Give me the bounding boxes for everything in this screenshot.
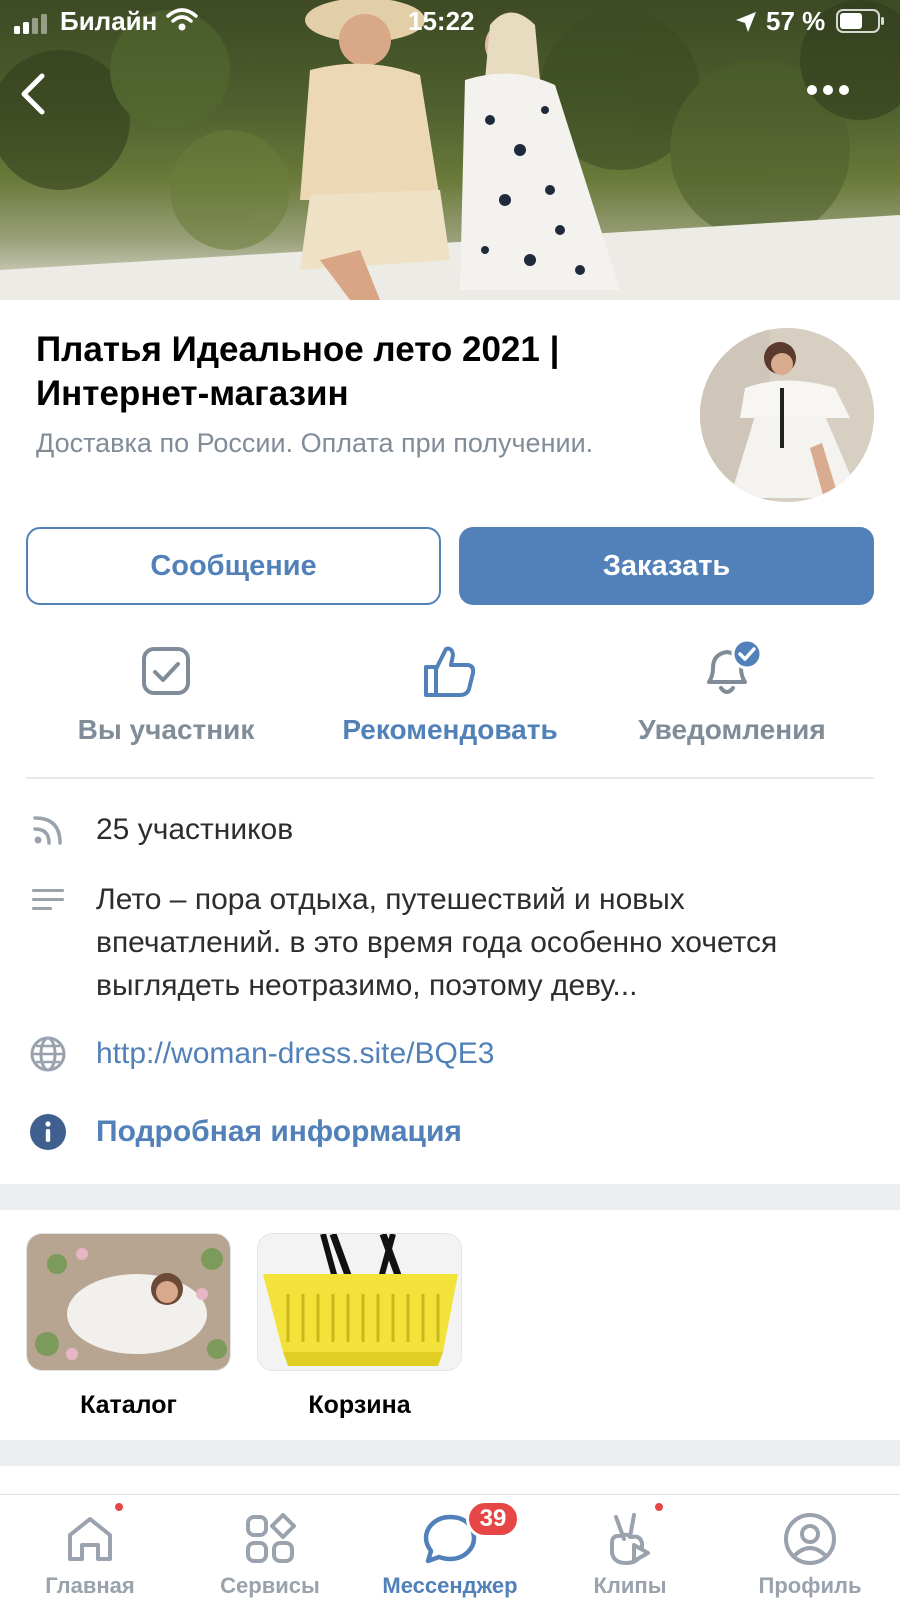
catalog-image xyxy=(27,1234,230,1370)
battery-percentage: 57 % xyxy=(766,6,826,36)
more-options-button[interactable] xyxy=(806,84,860,114)
members-row[interactable]: 25 участников xyxy=(26,808,874,852)
tab-profile-label: Профиль xyxy=(758,1573,862,1598)
order-button[interactable]: Заказать xyxy=(459,527,874,605)
globe-icon xyxy=(30,1036,66,1072)
carrier-name: Билайн xyxy=(60,6,158,36)
battery-icon xyxy=(836,9,884,33)
message-button[interactable]: Сообщение xyxy=(26,527,441,605)
wifi-icon xyxy=(166,8,198,31)
thumbs-up-icon xyxy=(424,646,476,697)
group-title: Платья Идеальное лето 2021 | Интернет-ма… xyxy=(36,330,560,413)
rss-icon xyxy=(33,816,62,845)
home-notification-dot xyxy=(113,1501,125,1513)
cart-tile[interactable]: Корзина xyxy=(257,1233,462,1420)
home-icon xyxy=(68,1517,112,1561)
catalog-label: Каталог xyxy=(80,1391,177,1419)
tab-bar: Главная Сервисы Мессенджер Клипы Профиль xyxy=(0,1494,900,1600)
tab-clips[interactable]: Клипы xyxy=(540,1495,720,1600)
section-separator-bottom xyxy=(0,1440,900,1466)
cart-label: Корзина xyxy=(308,1391,411,1419)
signal-icon xyxy=(14,14,47,34)
tab-services-label: Сервисы xyxy=(220,1573,320,1598)
recommend-action-label: Рекомендовать xyxy=(342,714,558,745)
group-description: Лето – пора отдыха, путешествий и новых … xyxy=(96,883,778,1002)
more-dots-icon xyxy=(807,85,849,95)
bell-check-icon xyxy=(707,640,763,694)
group-avatar[interactable] xyxy=(700,328,874,502)
status-bar: Билайн 15:22 57 % xyxy=(0,0,900,44)
tab-profile[interactable]: Профиль xyxy=(720,1495,900,1600)
member-action-label: Вы участник xyxy=(77,714,255,745)
tab-clips-label: Клипы xyxy=(593,1573,667,1598)
members-count: 25 участников xyxy=(96,813,294,846)
notifications-action[interactable]: Уведомления xyxy=(592,640,872,746)
website-row[interactable]: http://woman-dress.site/BQE3 xyxy=(26,1032,874,1076)
website-link[interactable]: http://woman-dress.site/BQE3 xyxy=(96,1032,495,1075)
clips-icon xyxy=(610,1513,650,1565)
messenger-badge: 39 xyxy=(466,1500,520,1538)
status-time: 15:22 xyxy=(408,6,475,36)
location-arrow-icon xyxy=(736,12,756,32)
section-separator xyxy=(0,1184,900,1210)
info-icon xyxy=(30,1114,66,1150)
cover-image: Билайн 15:22 57 % xyxy=(0,0,900,300)
tab-messenger-label: Мессенджер xyxy=(382,1573,518,1598)
tab-home-label: Главная xyxy=(45,1573,135,1598)
member-action[interactable]: Вы участник xyxy=(26,640,306,746)
description-row[interactable]: Лето – пора отдыха, путешествий и новых … xyxy=(26,878,874,1008)
tab-services[interactable]: Сервисы xyxy=(180,1495,360,1600)
profile-icon xyxy=(784,1513,836,1565)
text-lines-icon xyxy=(32,889,64,910)
recommend-action[interactable]: Рекомендовать xyxy=(310,640,590,746)
details-row[interactable]: Подробная информация xyxy=(26,1110,874,1154)
back-button[interactable] xyxy=(18,72,68,128)
chevron-left-icon xyxy=(21,73,45,115)
group-status: Доставка по России. Оплата при получении… xyxy=(36,428,594,458)
catalog-tile[interactable]: Каталог xyxy=(26,1233,231,1420)
cover-photo-illustration xyxy=(0,0,900,300)
services-icon xyxy=(246,1513,296,1563)
divider xyxy=(26,777,874,779)
notifications-action-label: Уведомления xyxy=(638,714,826,745)
avatar-photo xyxy=(700,328,874,502)
tab-home[interactable]: Главная xyxy=(0,1495,180,1600)
clips-notification-dot xyxy=(653,1501,665,1513)
basket-image xyxy=(258,1234,461,1370)
checkbox-icon xyxy=(142,647,190,695)
details-link[interactable]: Подробная информация xyxy=(96,1110,462,1153)
